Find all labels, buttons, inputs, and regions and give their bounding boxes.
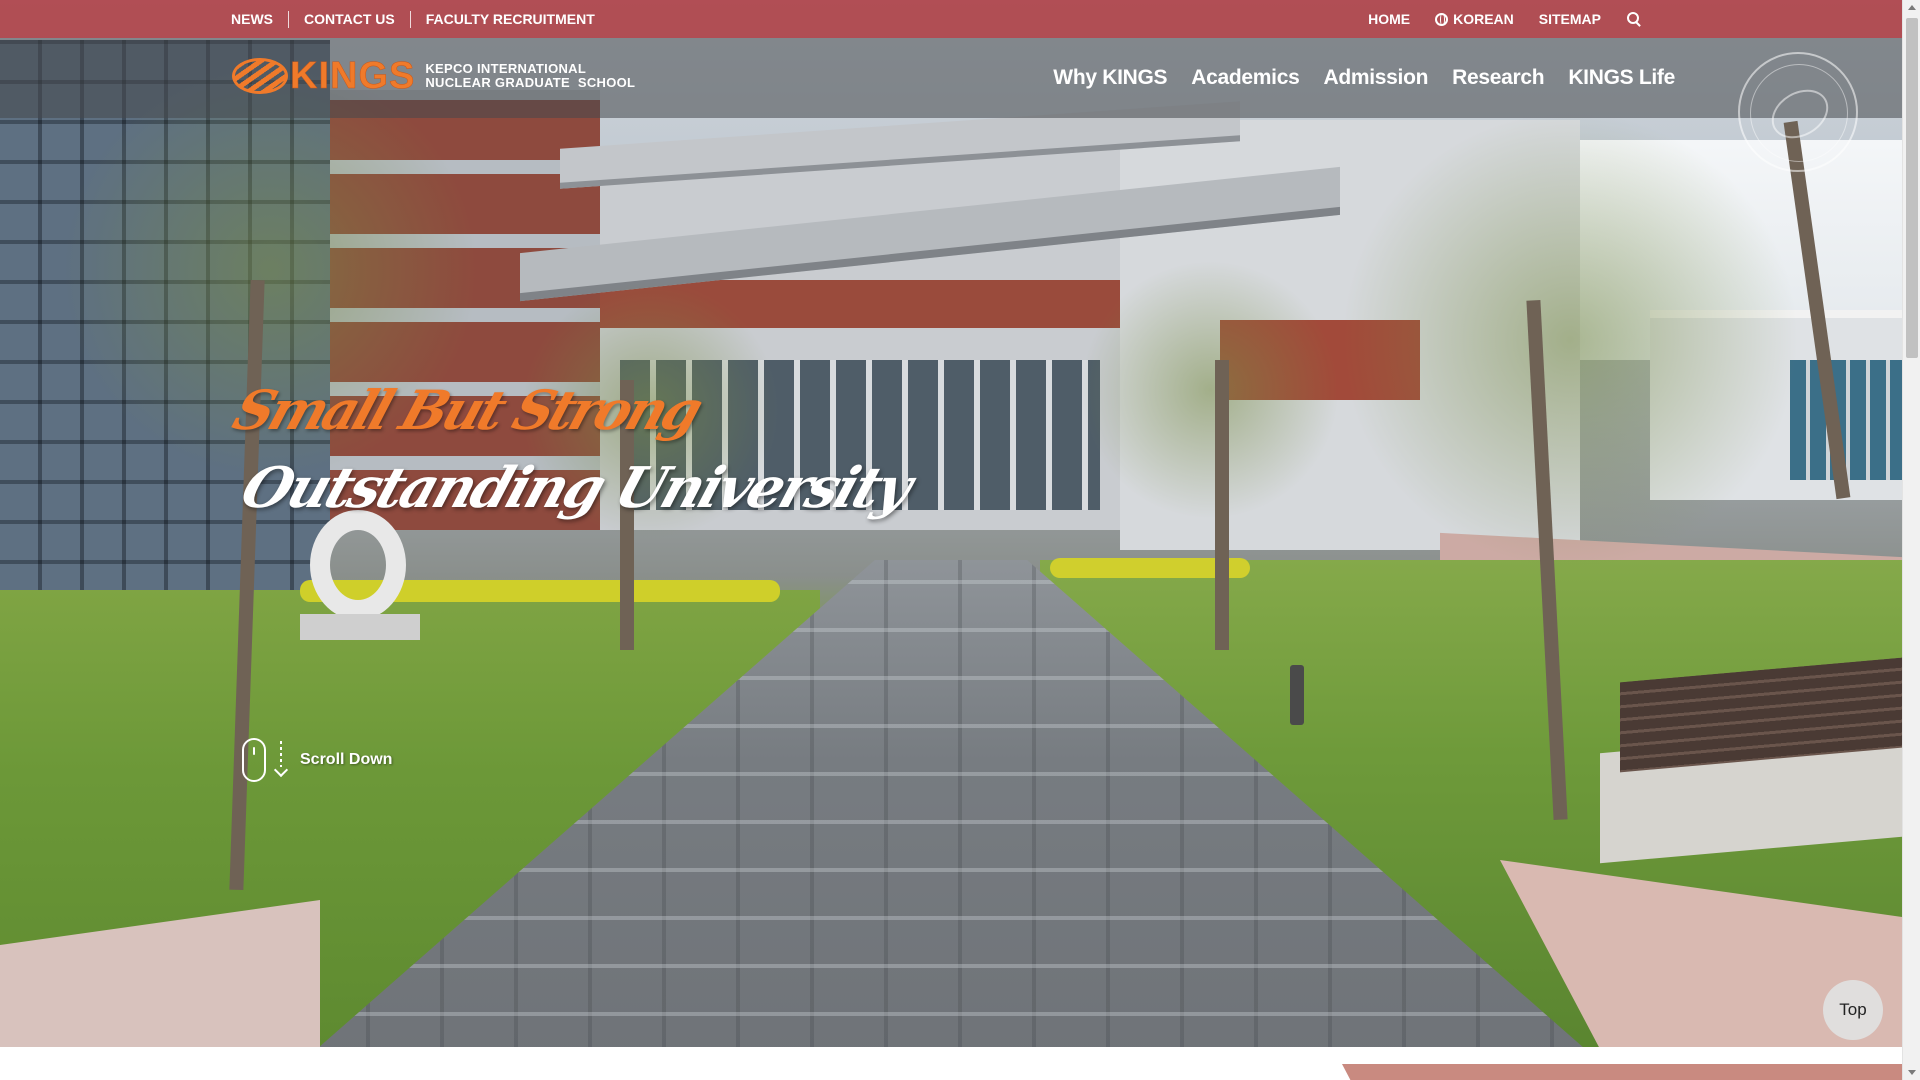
slogan-line1: Small But Strong [225, 378, 708, 442]
bollard [1290, 665, 1304, 725]
utility-links-right: HOME KOREAN SITEMAP [1368, 0, 1642, 38]
hero-background-image [0, 0, 1902, 1047]
logo-wordmark: KINGS [290, 55, 416, 97]
slogan-line2: Outstanding University [233, 455, 918, 521]
logo-subtitle-line1: KEPCO INTERNATIONAL [425, 61, 587, 76]
utility-bar: NEWS CONTACT US FACULTY RECRUITMENT HOME… [0, 0, 1902, 38]
sitemap-link-label: SITEMAP [1538, 11, 1601, 27]
scroll-down-arrow-icon[interactable] [1908, 1070, 1916, 1075]
site-logo[interactable]: KINGS KEPCO INTERNATIONAL NUCLEAR GRADUA… [232, 55, 635, 97]
tree-trunk [1215, 360, 1229, 650]
logo-subtitle: KEPCO INTERNATIONAL NUCLEAR GRADUATE SCH… [425, 62, 635, 90]
news-link[interactable]: NEWS [231, 11, 288, 28]
korean-link-label: KOREAN [1453, 11, 1514, 27]
kings-logo-icon [232, 58, 288, 94]
scroll-down-label: Scroll Down [300, 751, 393, 768]
nav-why-kings[interactable]: Why KINGS [1053, 66, 1167, 90]
mouse-icon [242, 738, 266, 782]
search-icon [1626, 11, 1642, 27]
faculty-recruitment-link[interactable]: FACULTY RECRUITMENT [409, 10, 610, 28]
scroll-down-button[interactable]: Scroll Down [242, 738, 392, 782]
sitemap-link[interactable]: SITEMAP [1539, 11, 1601, 27]
home-link-label: HOME [1368, 11, 1411, 27]
page-scrollbar[interactable] [1902, 0, 1920, 1080]
main-nav: Why KINGS Academics Admission Research K… [1053, 38, 1675, 118]
tree-canopy [1340, 110, 1800, 570]
arrow-down-icon [274, 741, 288, 779]
utility-links-left: NEWS CONTACT US FACULTY RECRUITMENT [231, 0, 610, 38]
sculpture-base [300, 614, 420, 640]
tree-canopy [1080, 260, 1340, 520]
home-link[interactable]: HOME [1368, 11, 1410, 27]
back-to-top-button[interactable]: Top [1823, 980, 1883, 1040]
nav-kings-life[interactable]: KINGS Life [1568, 66, 1675, 90]
emblem-watermark-icon [1738, 52, 1858, 172]
scrollbar-thumb[interactable] [1906, 18, 1918, 358]
globe-icon [1435, 12, 1449, 26]
nav-academics[interactable]: Academics [1191, 66, 1300, 90]
scroll-up-arrow-icon[interactable] [1908, 5, 1916, 10]
main-header: KINGS KEPCO INTERNATIONAL NUCLEAR GRADUA… [0, 38, 1902, 172]
logo-subtitle-line2: NUCLEAR GRADUATE SCHOOL [425, 75, 636, 90]
far-right-windows [1790, 360, 1902, 480]
korean-link[interactable]: KOREAN [1435, 11, 1514, 27]
contact-us-link[interactable]: CONTACT US [288, 10, 410, 28]
search-button[interactable] [1626, 11, 1642, 27]
nav-admission[interactable]: Admission [1323, 66, 1428, 90]
bottom-accent-strip [1342, 1064, 1902, 1080]
ring-sculpture [310, 510, 406, 620]
nav-research[interactable]: Research [1452, 66, 1544, 90]
